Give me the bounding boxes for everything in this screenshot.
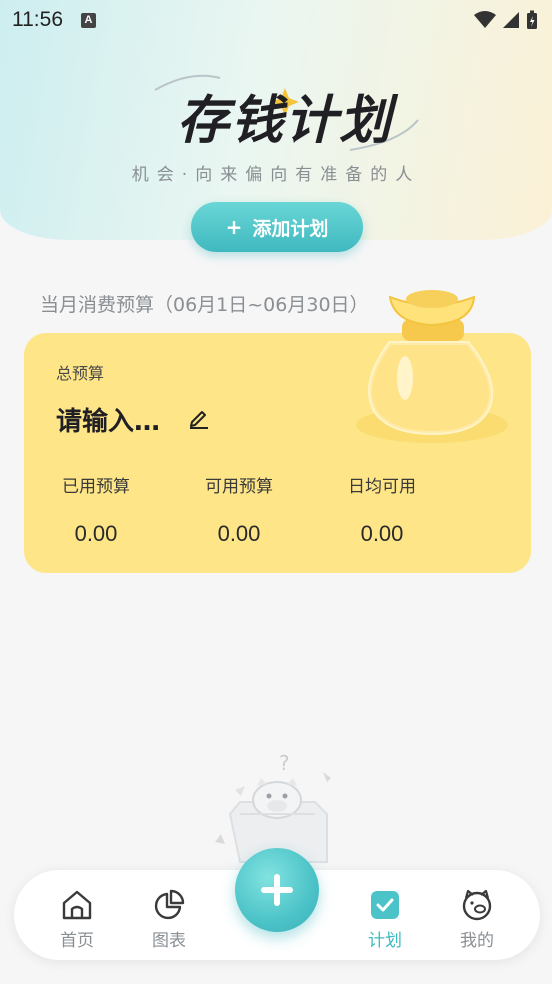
available-budget-label: 可用预算 <box>205 477 273 497</box>
logo-text: 存钱计划 <box>176 91 393 151</box>
total-budget-input[interactable]: 请输入… <box>56 401 160 438</box>
add-record-button[interactable] <box>235 848 319 932</box>
daily-available-value: 0.00 <box>360 521 404 546</box>
pig-face-icon <box>462 889 492 921</box>
tab-chart[interactable]: 图表 <box>134 888 204 951</box>
tab-home[interactable]: 首页 <box>42 888 112 951</box>
app-logo: 存钱计划 <box>150 70 420 160</box>
money-bag-icon <box>356 290 508 443</box>
tab-home-label: 首页 <box>60 931 94 951</box>
status-time: 11:56 <box>12 8 63 31</box>
tab-mine-label: 我的 <box>460 931 494 951</box>
daily-available-label: 日均可用 <box>348 477 416 497</box>
tab-plan-label: 计划 <box>368 931 402 951</box>
used-budget-label: 已用预算 <box>62 477 130 497</box>
tab-chart-label: 图表 <box>152 931 186 951</box>
status-bar: 11:56 A <box>0 0 552 40</box>
plus-icon <box>261 874 293 906</box>
add-plan-button[interactable]: + 添加计划 <box>191 202 363 252</box>
available-budget-value: 0.00 <box>217 521 261 546</box>
tab-plan[interactable]: 计划 <box>350 888 420 951</box>
battery-icon <box>527 10 537 29</box>
used-budget-value: 0.00 <box>74 521 118 546</box>
signal-icon <box>503 12 519 28</box>
total-budget-label: 总预算 <box>56 364 105 383</box>
slogan: 机会·向来偏向有准备的人 <box>131 165 421 185</box>
edit-icon[interactable] <box>187 405 211 429</box>
wifi-icon <box>474 11 496 28</box>
home-icon <box>62 890 92 920</box>
plus-icon: + <box>225 215 243 239</box>
a-icon: A <box>81 12 96 28</box>
tab-mine[interactable]: 我的 <box>442 888 512 951</box>
budget-period-label: 当月消费预算（06月1日~06月30日） <box>40 294 369 316</box>
status-icons <box>474 10 538 30</box>
add-plan-label: 添加计划 <box>252 217 329 240</box>
pie-chart-icon <box>154 889 185 920</box>
checkbox-icon <box>371 891 399 919</box>
svg-text:?: ? <box>279 752 290 775</box>
